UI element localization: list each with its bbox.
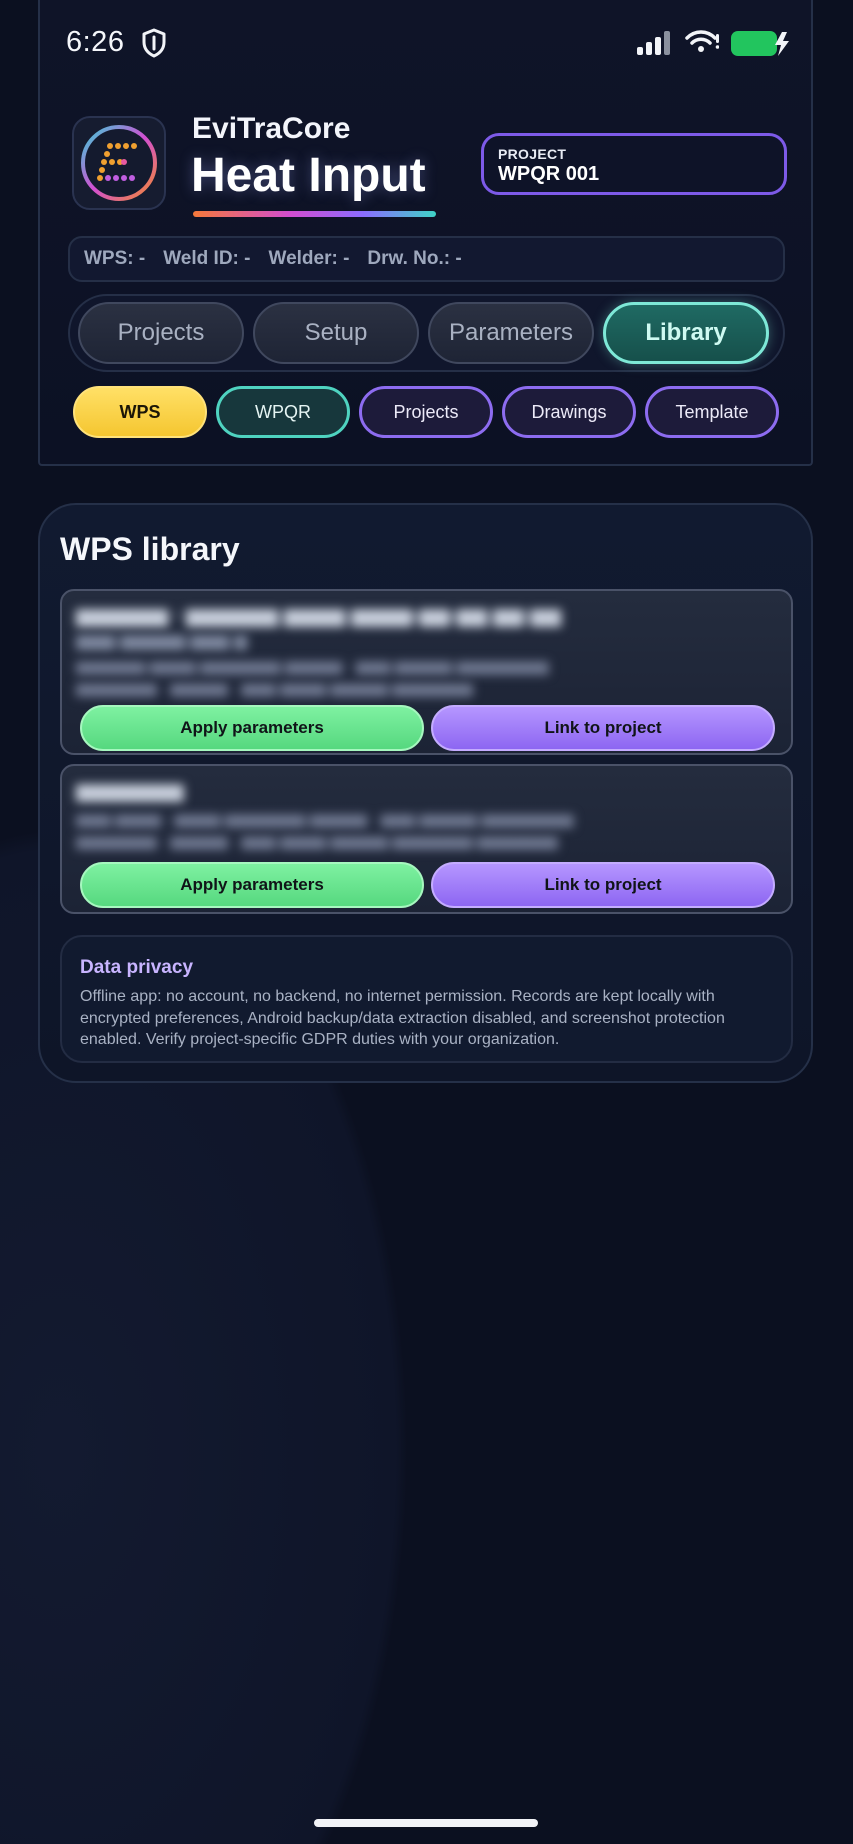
privacy-title: Data privacy xyxy=(80,957,194,978)
wifi-icon xyxy=(685,28,720,61)
project-value: WPQR 001 xyxy=(498,163,600,185)
shield-icon xyxy=(141,28,167,63)
link-to-project-button[interactable]: Link to project xyxy=(431,862,775,908)
redacted-entry-title: ▆▆▆▆▆▆ · ▆▆▆▆▆▆ ▆▆▆▆ ▆▆▆▆-▆▆-▆▆ ▆▆:▆▆ xyxy=(76,605,562,627)
redacted-entry-detail: ▆▆▆ ▆▆▆▆ · ▆▆▆▆ ▆▆▆▆▆▆▆ ▆▆▆▆▆ · ▆▆▆ ▆▆▆▆… xyxy=(76,811,574,828)
status-time: 6:26 xyxy=(66,26,125,58)
chip-wps[interactable]: WPS xyxy=(73,386,207,438)
signal-icon xyxy=(636,30,674,61)
library-entry[interactable]: ▆▆▆▆▆▆▆ ▆▆▆ ▆▆▆▆ · ▆▆▆▆ ▆▆▆▆▆▆▆ ▆▆▆▆▆ · … xyxy=(60,764,793,914)
title-underline xyxy=(193,211,436,217)
link-to-project-button[interactable]: Link to project xyxy=(431,705,775,751)
chip-projects[interactable]: Projects xyxy=(359,386,493,438)
redacted-entry-subtitle: ▆▆▆ ▆▆▆▆▆ ▆▆▆ ▆ xyxy=(76,631,248,650)
meta-drawing-number: Drw. No.: - xyxy=(367,248,462,269)
meta-wps: WPS: - xyxy=(84,248,146,269)
wps-library-card: WPS library ▆▆▆▆▆▆ · ▆▆▆▆▆▆ ▆▆▆▆ ▆▆▆▆-▆▆… xyxy=(38,503,813,1083)
main-tabs: Projects Setup Parameters Library xyxy=(68,294,785,372)
apply-parameters-button[interactable]: Apply parameters xyxy=(80,705,424,751)
redacted-entry-detail: ▆▆▆▆▆▆ ▆▆▆▆ ▆▆▆▆▆▆▆ ▆▆▆▆▆ · ▆▆▆ ▆▆▆▆▆ ▆▆… xyxy=(76,658,549,675)
app-logo-icon xyxy=(72,116,166,210)
tab-library[interactable]: Library xyxy=(603,302,769,364)
redacted-entry-detail: ▆▆▆▆▆▆▆ · ▆▆▆▆▆ · ▆▆▆ ▆▆▆▆ ▆▆▆▆▆ ▆▆▆▆▆▆▆ xyxy=(76,680,473,697)
data-privacy-notice: Data privacy Offline app: no account, no… xyxy=(60,935,793,1063)
privacy-text: Offline app: no account, no backend, no … xyxy=(80,988,725,1048)
header-card: 6:26 EviTraCore Heat Input PROJECT WPQR … xyxy=(38,0,813,466)
meta-weld-id: Weld ID: - xyxy=(163,248,251,269)
meta-welder: Welder: - xyxy=(268,248,350,269)
status-bar: 6:26 xyxy=(40,0,815,86)
project-selector[interactable]: PROJECT WPQR 001 xyxy=(481,133,787,195)
library-title: WPS library xyxy=(60,531,240,567)
weld-meta-bar: WPS: - Weld ID: - Welder: - Drw. No.: - xyxy=(68,236,785,282)
redacted-entry-detail: ▆▆▆▆▆▆▆ · ▆▆▆▆▆ · ▆▆▆ ▆▆▆▆ ▆▆▆▆▆ ▆▆▆▆▆▆▆… xyxy=(76,833,558,850)
home-indicator[interactable] xyxy=(314,1819,538,1827)
apply-parameters-button[interactable]: Apply parameters xyxy=(80,862,424,908)
chip-template[interactable]: Template xyxy=(645,386,779,438)
tab-parameters[interactable]: Parameters xyxy=(428,302,594,364)
chip-drawings[interactable]: Drawings xyxy=(502,386,636,438)
chip-wpqr[interactable]: WPQR xyxy=(216,386,350,438)
tab-setup[interactable]: Setup xyxy=(253,302,419,364)
battery-charging-icon xyxy=(730,30,792,63)
project-label: PROJECT xyxy=(498,146,567,162)
app-name: EviTraCore xyxy=(192,112,351,145)
page-title: Heat Input xyxy=(191,149,426,202)
library-entry[interactable]: ▆▆▆▆▆▆ · ▆▆▆▆▆▆ ▆▆▆▆ ▆▆▆▆-▆▆-▆▆ ▆▆:▆▆ ▆▆… xyxy=(60,589,793,755)
tab-projects[interactable]: Projects xyxy=(78,302,244,364)
redacted-entry-title: ▆▆▆▆▆▆▆ xyxy=(76,780,184,802)
